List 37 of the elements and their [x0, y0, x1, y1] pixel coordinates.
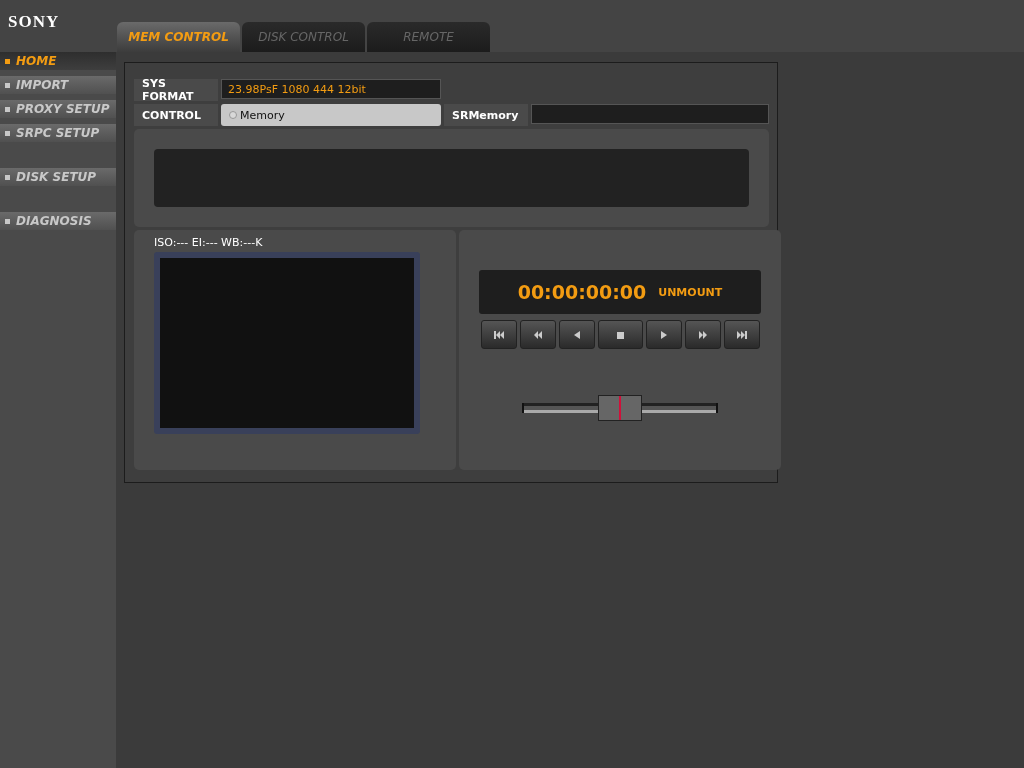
- field-label: SRMemory: [444, 104, 528, 126]
- camera-info: ISO:--- EI:--- WB:---K: [154, 234, 264, 251]
- sidebar-item[interactable]: HOME: [0, 52, 116, 70]
- bullet-icon: [5, 218, 10, 224]
- sidebar-item[interactable]: DIAGNOSIS: [0, 212, 116, 230]
- bullet-icon: [5, 106, 10, 112]
- play-button[interactable]: [645, 320, 682, 349]
- slider-thumb[interactable]: [598, 395, 642, 421]
- sidebar-item[interactable]: IMPORT: [0, 76, 116, 94]
- skip-end-icon: [735, 328, 748, 341]
- tab[interactable]: REMOTE: [367, 22, 490, 52]
- field-label: CONTROL: [134, 104, 218, 126]
- format-value: 23.98PsF 1080 444 12bit: [221, 79, 441, 99]
- shuttle-slider[interactable]: [522, 395, 718, 421]
- bullet-icon: [5, 82, 10, 88]
- bullet-icon: [5, 58, 10, 64]
- skip-end-button[interactable]: [723, 320, 760, 349]
- tab[interactable]: MEM CONTROL: [117, 22, 240, 52]
- stop-button[interactable]: [597, 320, 643, 349]
- bullet-icon: [5, 130, 10, 136]
- rewind-button[interactable]: [519, 320, 556, 349]
- bullet-icon: [5, 174, 10, 180]
- field-label: SYS FORMAT: [134, 79, 218, 101]
- sidebar-item[interactable]: SRPC SETUP: [0, 124, 116, 142]
- timecode: 00:00:00:00: [517, 281, 647, 303]
- sidebar-item[interactable]: PROXY SETUP: [0, 100, 116, 118]
- status-text: UNMOUNT: [658, 285, 723, 299]
- logo: SONY: [8, 12, 60, 31]
- fast-forward-icon: [696, 328, 709, 341]
- fast-forward-button[interactable]: [684, 320, 721, 349]
- skip-start-icon: [492, 328, 505, 341]
- tab[interactable]: DISK CONTROL: [242, 22, 365, 52]
- reverse-play-button[interactable]: [558, 320, 595, 349]
- sidebar-item[interactable]: DISK SETUP: [0, 168, 116, 186]
- radio-icon[interactable]: [229, 111, 237, 119]
- radio-option[interactable]: Memory: [221, 104, 441, 126]
- skip-start-button[interactable]: [480, 320, 517, 349]
